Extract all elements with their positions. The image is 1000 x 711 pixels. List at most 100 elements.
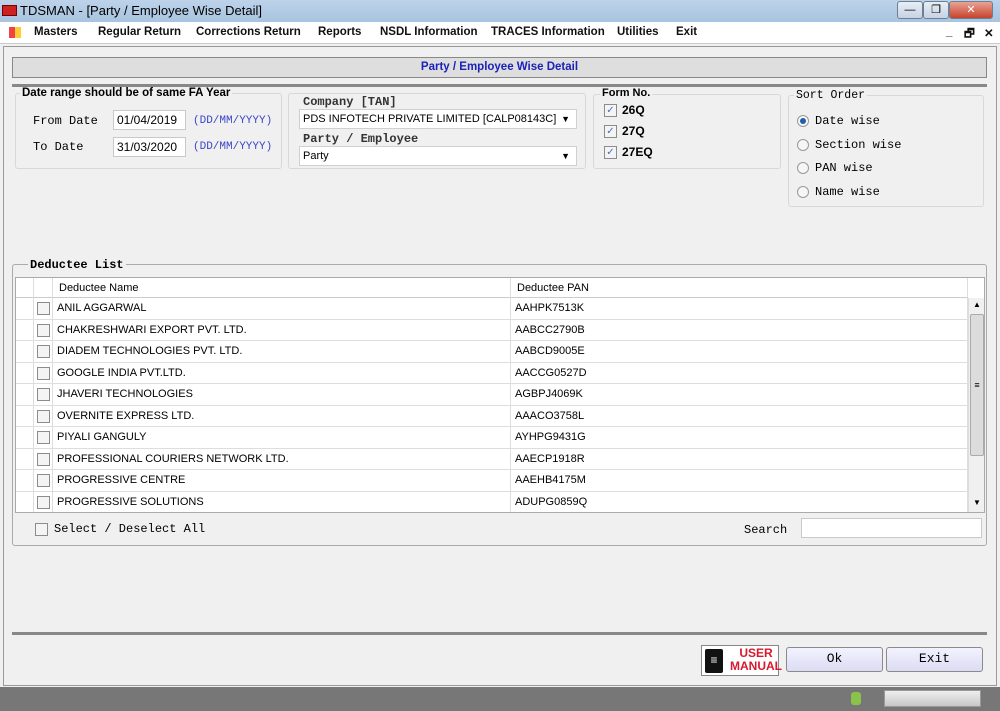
row-checkbox-cell [34,362,53,383]
sort-radio-1[interactable] [797,138,809,151]
table-row[interactable]: GOOGLE INDIA PVT.LTD. AACCG0527D [16,362,968,384]
sort-radio-3[interactable] [797,185,809,198]
to-date-input[interactable]: 31/03/2020 [113,137,186,157]
row-header [16,298,34,319]
select-all-label: Select / Deselect All [54,522,206,536]
scroll-down-icon[interactable]: ▼ [973,498,981,507]
menu-nsdl-information[interactable]: NSDL Information [380,26,478,38]
deductee-name-cell: DIADEM TECHNOLOGIES PVT. LTD. [53,341,511,362]
row-checkbox[interactable] [37,323,50,337]
row-checkbox[interactable] [37,388,50,401]
row-checkbox[interactable] [37,409,50,423]
app-logo-icon [2,5,17,16]
table-row[interactable]: PROGRESSIVE CENTRE AAEHB4175M [16,470,968,492]
row-checkbox-cell [34,384,53,405]
table-row[interactable]: ANIL AGGARWAL AAHPK7513K [16,298,968,320]
row-header [16,491,34,512]
minimize-button[interactable]: — [897,1,923,19]
form-27q-label: 27Q [622,124,645,138]
row-checkbox-cell [34,491,53,512]
row-checkbox[interactable] [37,474,50,487]
exit-button[interactable]: Exit [886,647,983,672]
scroll-thumb[interactable]: ≡ [970,314,984,456]
deductee-pan-cell: AYHPG9431G [511,427,968,448]
sort-radio-0[interactable] [797,115,809,127]
table-row[interactable]: PROGRESSIVE SOLUTIONS ADUPG0859Q [16,491,968,512]
row-checkbox-cell [34,470,53,491]
deductee-name-cell: JHAVERI TECHNOLOGIES [53,384,511,405]
party-employee-value: Party [303,150,329,162]
row-checkbox-cell [34,405,53,426]
table-row[interactable]: DIADEM TECHNOLOGIES PVT. LTD. AABCD9005E [16,341,968,363]
form-26q-label: 26Q [622,103,645,117]
scroll-up-icon[interactable]: ▲ [973,300,981,309]
deductee-pan-cell: AGBPJ4069K [511,384,968,405]
form-26q-checkbox[interactable]: ✓ [604,104,617,117]
mdi-minimize-button[interactable]: _ [946,26,952,38]
database-icon [851,692,861,705]
menu-masters[interactable]: Masters [34,26,77,38]
row-checkbox[interactable] [37,366,50,380]
menu-traces-information[interactable]: TRACES Information [491,26,605,38]
select-all-checkbox[interactable] [35,523,48,536]
deductee-pan-cell: AAEHB4175M [511,470,968,491]
chevron-down-icon: ▼ [561,151,570,161]
window-title: TDSMAN - [Party / Employee Wise Detail] [20,3,262,18]
row-checkbox[interactable] [37,345,50,358]
page-title: Party / Employee Wise Detail [12,57,987,78]
search-label: Search [744,523,788,537]
deductee-pan-cell: AABCD9005E [511,341,968,362]
menu-bar: Masters Regular Return Corrections Retur… [0,22,1000,44]
row-checkbox-cell [34,319,53,340]
form-27eq-checkbox[interactable]: ✓ [604,146,617,159]
mdi-close-button[interactable]: ✕ [984,26,994,40]
menu-exit[interactable]: Exit [676,26,697,38]
menu-corrections-return[interactable]: Corrections Return [196,26,301,38]
form-27q-checkbox[interactable]: ✓ [604,125,617,138]
from-date-input[interactable]: 01/04/2019 [113,110,186,130]
menu-reports[interactable]: Reports [318,26,361,38]
row-checkbox-cell [34,427,53,448]
user-manual-button[interactable]: ≡ USER MANUAL [701,645,782,676]
table-row[interactable]: OVERNITE EXPRESS LTD. AAACO3758L [16,405,968,427]
close-button[interactable]: ✕ [949,1,993,19]
row-header [16,448,34,469]
restore-button[interactable]: ❐ [923,1,949,19]
search-input[interactable] [801,518,982,538]
deductee-pan-cell: AAECP1918R [511,448,968,469]
column-header-pan[interactable]: Deductee PAN [511,278,968,298]
table-row[interactable]: JHAVERI TECHNOLOGIES AGBPJ4069K [16,384,968,406]
to-date-format-hint: (DD/MM/YYYY) [193,141,273,153]
party-employee-select[interactable]: Party ▼ [299,146,577,166]
row-checkbox[interactable] [37,302,50,315]
menu-regular-return[interactable]: Regular Return [98,26,181,38]
sort-option-label: Date wise [815,114,880,128]
row-header [16,470,34,491]
mdi-restore-button[interactable]: 🗗 [964,26,975,45]
deductee-name-cell: PIYALI GANGULY [53,427,511,448]
company-select[interactable]: PDS INFOTECH PRIVATE LIMITED [CALP08143C… [299,109,577,129]
deductee-name-cell: ANIL AGGARWAL [53,298,511,319]
table-row[interactable]: PIYALI GANGULY AYHPG9431G [16,427,968,449]
book-icon: ≡ [705,649,723,673]
row-checkbox[interactable] [37,452,50,466]
to-date-label: To Date [33,140,84,154]
row-checkbox-cell [34,298,53,319]
vertical-scrollbar[interactable]: ▲ ≡ ▼ [968,298,984,512]
table-row[interactable]: CHAKRESHWARI EXPORT PVT. LTD. AABCC2790B [16,319,968,341]
company-label: Company [TAN] [303,95,397,109]
deductee-pan-cell: AABCC2790B [511,319,968,340]
deductee-name-cell: PROFESSIONAL COURIERS NETWORK LTD. [53,448,511,469]
check-column-header [34,278,53,298]
menu-utilities[interactable]: Utilities [617,26,659,38]
deductee-name-cell: PROGRESSIVE CENTRE [53,470,511,491]
row-checkbox[interactable] [37,495,50,509]
table-row[interactable]: PROFESSIONAL COURIERS NETWORK LTD. AAECP1… [16,448,968,470]
row-checkbox[interactable] [37,431,50,444]
deductee-name-cell: PROGRESSIVE SOLUTIONS [53,491,511,512]
ok-button[interactable]: Ok [786,647,883,672]
deductee-pan-cell: AACCG0527D [511,362,968,383]
sort-radio-2[interactable] [797,162,809,174]
title-bar: TDSMAN - [Party / Employee Wise Detail] … [0,0,1000,22]
column-header-name[interactable]: Deductee Name [53,278,511,298]
